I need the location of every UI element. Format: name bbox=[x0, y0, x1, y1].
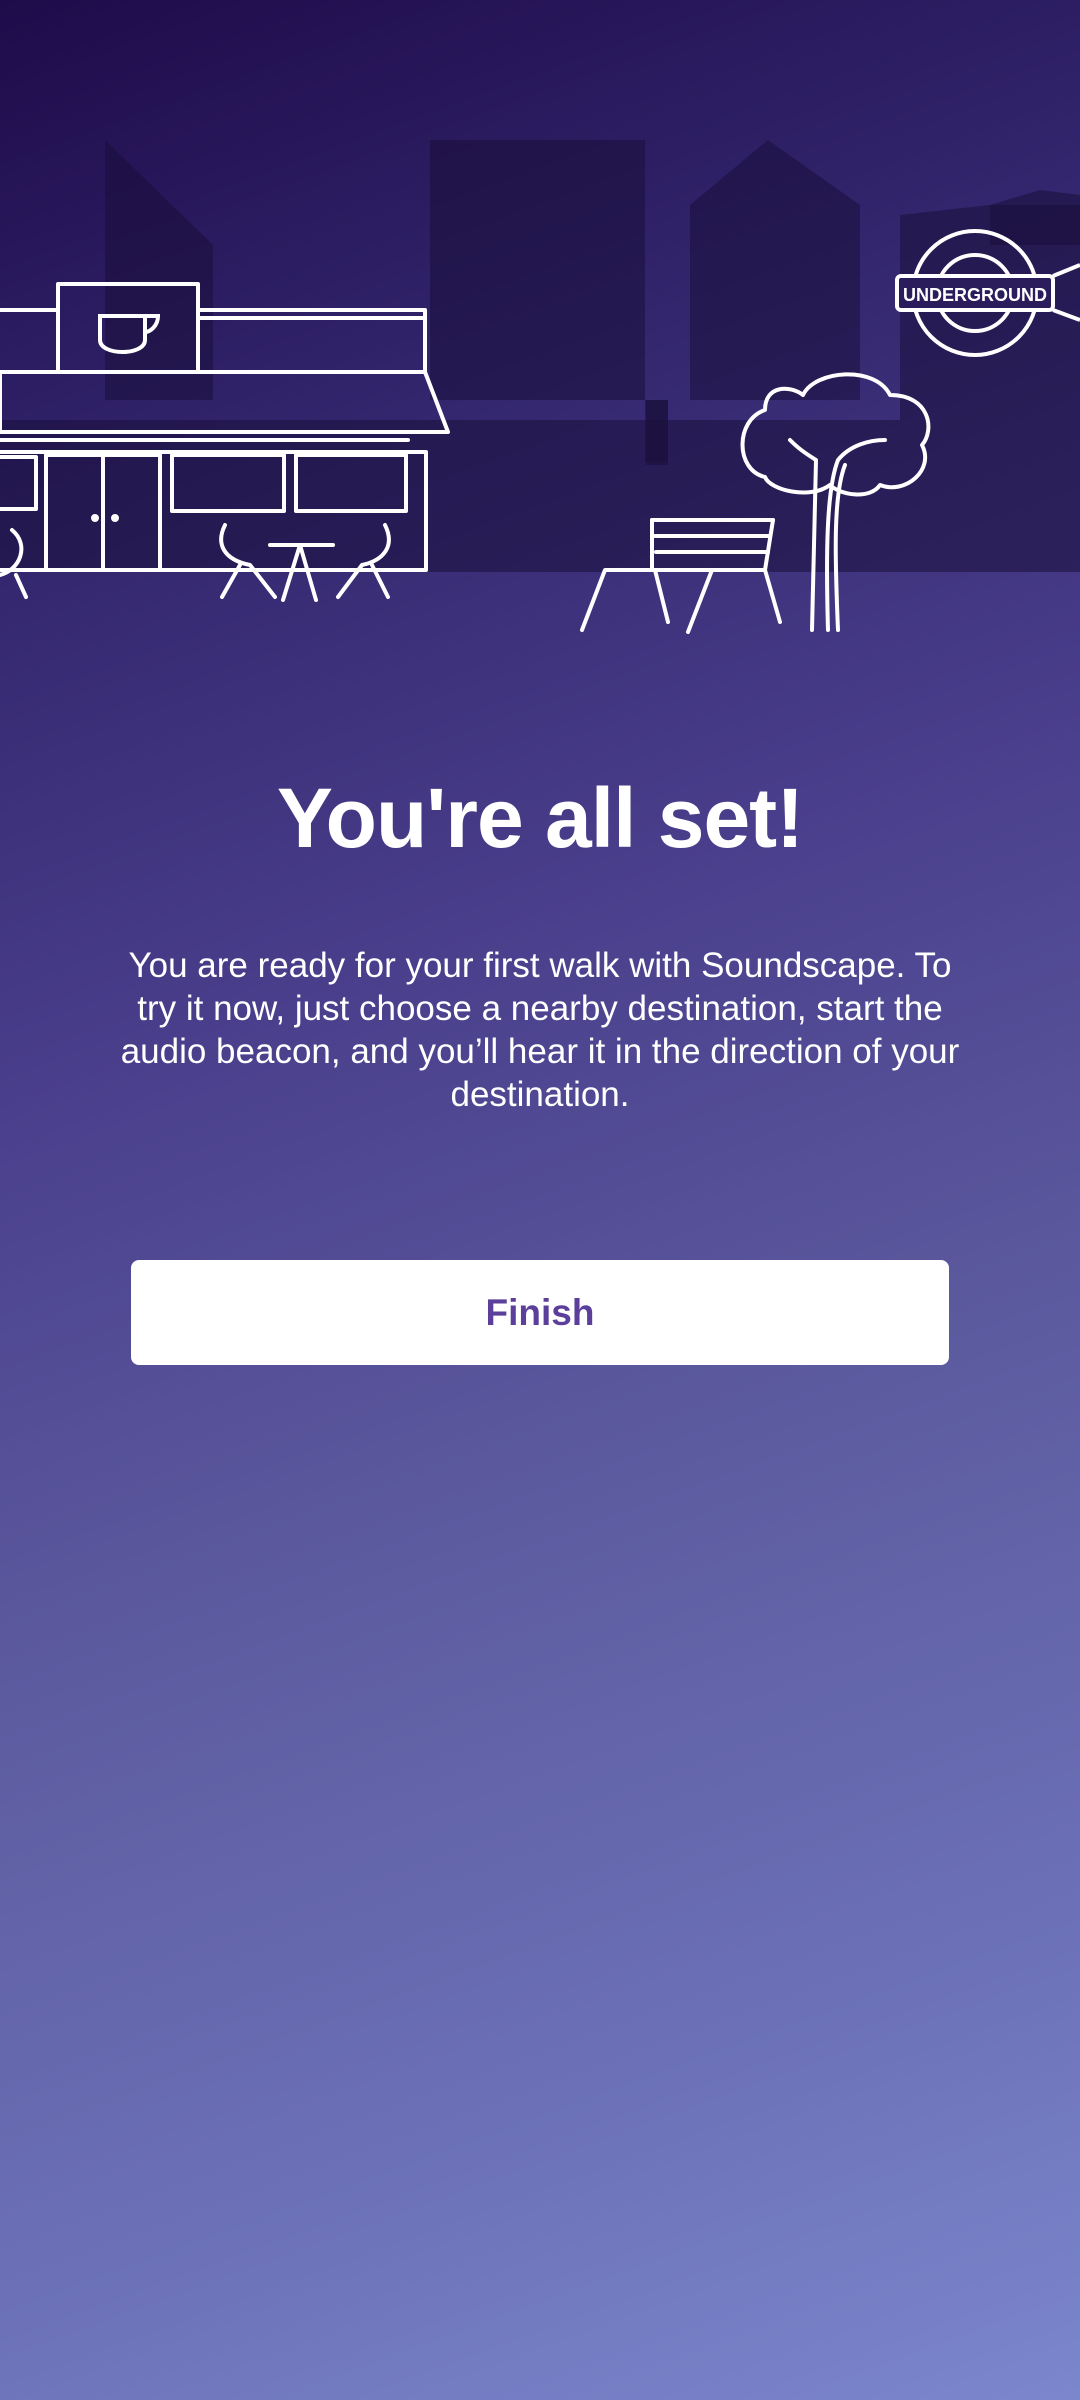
finish-button[interactable]: Finish bbox=[131, 1260, 949, 1365]
underground-sign-text: UNDERGROUND bbox=[903, 285, 1047, 305]
city-illustration: UNDERGROUND bbox=[0, 140, 1080, 634]
page-title: You're all set! bbox=[276, 771, 804, 865]
onboarding-description: You are ready for your first walk with S… bbox=[120, 946, 960, 1114]
